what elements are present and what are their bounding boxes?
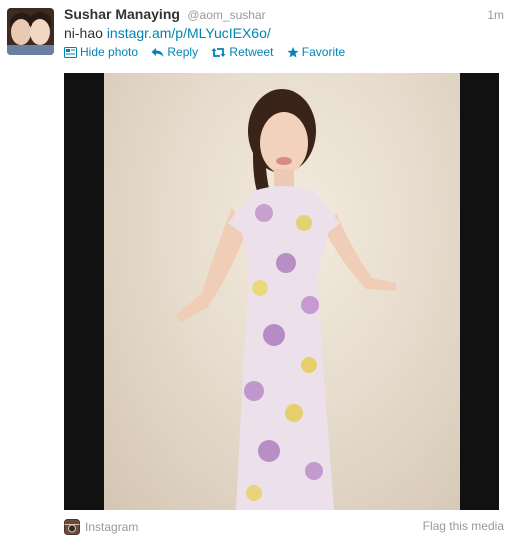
tweet-photo[interactable] — [104, 73, 460, 510]
user-handle[interactable]: @aom_sushar — [187, 8, 265, 22]
avatar[interactable] — [7, 8, 54, 55]
retweet-button[interactable]: Retweet — [211, 45, 273, 59]
tweet-link[interactable]: instagr.am/p/MLYucIEX6o/ — [107, 25, 271, 41]
star-icon — [287, 46, 299, 57]
media-source[interactable]: Instagram — [64, 519, 138, 535]
hide-photo-button[interactable]: Hide photo — [64, 45, 138, 59]
reply-label: Reply — [167, 45, 199, 59]
timestamp[interactable]: 1m — [487, 8, 504, 22]
hide-photo-label: Hide photo — [80, 45, 139, 59]
retweet-label: Retweet — [229, 45, 274, 59]
instagram-icon — [64, 519, 80, 535]
tweet-text: ni-hao instagr.am/p/MLYucIEX6o/ — [64, 25, 271, 41]
media-frame[interactable] — [64, 73, 499, 510]
media-footer: Instagram Flag this media — [64, 517, 504, 537]
retweet-icon — [211, 47, 226, 57]
user-name[interactable]: Sushar Manaying — [64, 6, 180, 22]
tweet-actions: Hide photo Reply Retweet Favorite — [64, 45, 355, 61]
reply-arrow-icon — [151, 47, 164, 57]
tweet: Sushar Manaying @aom_sushar 1m ni-hao in… — [0, 0, 512, 545]
media-source-label: Instagram — [85, 520, 139, 534]
favorite-button[interactable]: Favorite — [287, 45, 345, 59]
reply-button[interactable]: Reply — [151, 45, 198, 59]
flag-media-link[interactable]: Flag this media — [423, 519, 504, 533]
tweet-text-prefix: ni-hao — [64, 25, 107, 41]
tweet-header: Sushar Manaying @aom_sushar — [64, 6, 504, 24]
favorite-label: Favorite — [301, 45, 346, 59]
photo-icon — [64, 46, 77, 58]
